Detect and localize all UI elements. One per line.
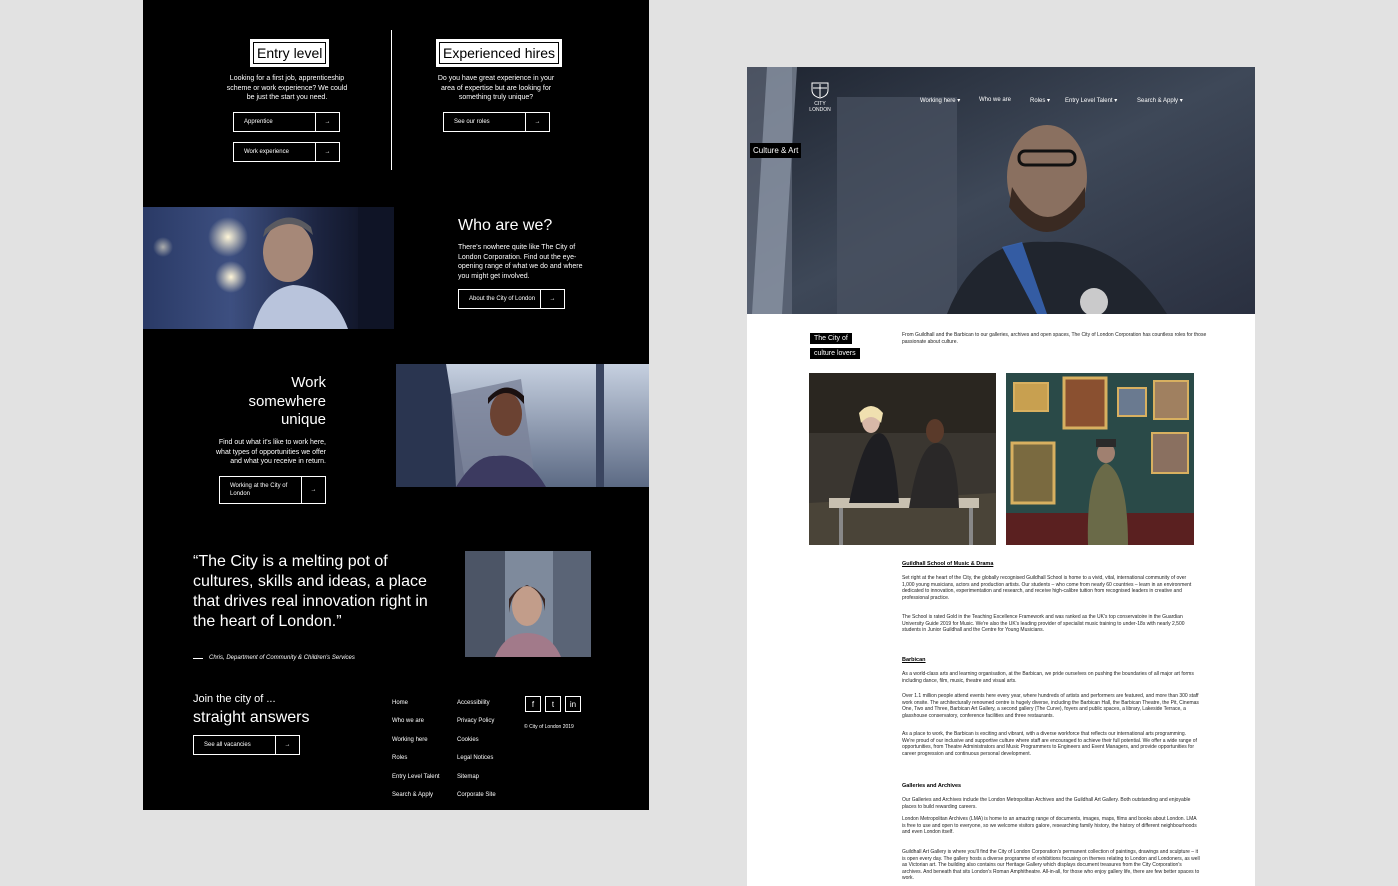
intro-text: From Guildhall and the Barbican to our g… bbox=[902, 332, 1207, 345]
apprentice-button-label: Apprentice bbox=[244, 119, 273, 125]
barbican-paragraph-2: Over 1.1 million people attend events he… bbox=[902, 693, 1199, 719]
quote-credit-text: Chris, Department of Community & Childre… bbox=[209, 655, 355, 661]
footer-link-accessibility[interactable]: Accessibility bbox=[457, 700, 490, 706]
footer-link-who-we-are[interactable]: Who we are bbox=[392, 718, 424, 724]
see-our-roles-label: See our roles bbox=[454, 119, 490, 125]
galleries-archives-title: Galleries and Archives bbox=[902, 783, 962, 789]
footer-link-sitemap[interactable]: Sitemap bbox=[457, 774, 479, 780]
footer-link-roles[interactable]: Roles bbox=[392, 755, 407, 761]
footer-link-cookies[interactable]: Cookies bbox=[457, 737, 479, 743]
footer-link-home[interactable]: Home bbox=[392, 700, 408, 706]
footer-link-legal-notices[interactable]: Legal Notices bbox=[457, 755, 493, 761]
work-heading-line-3: unique bbox=[280, 411, 326, 428]
barbican-paragraph-3: As a place to work, the Barbican is exci… bbox=[902, 731, 1197, 757]
woman-window-photo bbox=[396, 364, 649, 487]
experienced-hires-heading: Experienced hires bbox=[436, 39, 563, 67]
entry-level-text: Looking for a first job, apprenticeship … bbox=[226, 75, 348, 101]
footer-answers-text: straight answers bbox=[193, 709, 310, 726]
barbican-title[interactable]: Barbican bbox=[902, 657, 926, 663]
nav-search-apply[interactable]: Search & Apply ▾ bbox=[1137, 97, 1183, 104]
art-gallery-photo bbox=[1006, 373, 1194, 545]
nav-entry-level-talent[interactable]: Entry Level Talent ▾ bbox=[1065, 97, 1117, 104]
quote-credit: Chris, Department of Community & Childre… bbox=[193, 655, 355, 661]
see-our-roles-button[interactable]: See our roles → bbox=[443, 112, 550, 132]
crest-icon bbox=[811, 82, 829, 99]
arrow-right-icon: → bbox=[275, 736, 299, 754]
footer-join-text: Join the city of ... bbox=[193, 693, 276, 705]
experienced-hires-text: Do you have great experience in your are… bbox=[437, 75, 555, 101]
arrow-right-icon: → bbox=[540, 290, 564, 308]
apprentice-button[interactable]: Apprentice → bbox=[233, 112, 340, 132]
culture-art-tag: Culture & Art bbox=[750, 143, 802, 158]
twitter-icon[interactable]: t bbox=[545, 696, 561, 712]
quote-text: “The City is a melting pot of cultures, … bbox=[193, 553, 428, 630]
man-chandelier-photo bbox=[143, 207, 394, 329]
left-page-mockup: Entry level Looking for a first job, app… bbox=[143, 0, 649, 810]
entry-level-heading: Entry level bbox=[250, 39, 330, 67]
working-at-city-label: Working at the City of London bbox=[230, 483, 288, 497]
facebook-icon[interactable]: f bbox=[525, 696, 541, 712]
nav-who-we-are[interactable]: Who we are bbox=[979, 97, 1011, 103]
footer-link-privacy-policy[interactable]: Privacy Policy bbox=[457, 718, 494, 724]
work-heading-line-2: somewhere bbox=[248, 392, 326, 410]
guildhall-paragraph-1: Set right at the heart of the City, the … bbox=[902, 575, 1192, 601]
vertical-divider bbox=[391, 30, 392, 170]
footer-link-entry-level-talent[interactable]: Entry Level Talent bbox=[392, 774, 440, 780]
about-city-button[interactable]: About the City of London → bbox=[458, 289, 565, 309]
who-are-we-text: There's nowhere quite like The City of L… bbox=[458, 244, 583, 280]
city-of-label: The City of bbox=[810, 333, 852, 344]
galleries-paragraph-1: Our Galleries and Archives include the L… bbox=[902, 797, 1191, 810]
theatre-performers-photo bbox=[809, 373, 996, 545]
city-of-london-logo[interactable]: CITY LONDON bbox=[809, 81, 831, 113]
galleries-paragraph-2: London Metropolitan Archives (LMA) is ho… bbox=[902, 816, 1197, 836]
woman-building-photo bbox=[465, 551, 591, 657]
work-heading-line-1: Work bbox=[291, 374, 326, 391]
guildhall-paragraph-2: The School is rated Gold in the Teaching… bbox=[902, 614, 1185, 634]
working-at-city-button[interactable]: Working at the City of London → bbox=[219, 476, 326, 504]
work-somewhere-unique-heading: Work somewhere unique bbox=[203, 374, 326, 430]
about-city-label: About the City of London bbox=[469, 296, 536, 302]
work-experience-button-label: Work experience bbox=[244, 149, 289, 155]
arrow-right-icon: → bbox=[301, 477, 325, 503]
who-are-we-heading: Who are we? bbox=[458, 217, 553, 234]
arrow-right-icon: → bbox=[315, 113, 339, 131]
galleries-paragraph-3: Guildhall Art Gallery is where you'll fi… bbox=[902, 849, 1200, 882]
arrow-right-icon: → bbox=[315, 143, 339, 161]
footer-link-corporate-site[interactable]: Corporate Site bbox=[457, 792, 496, 798]
copyright-text: © City of London 2019 bbox=[524, 724, 574, 730]
culture-lovers-label: culture lovers bbox=[810, 348, 860, 359]
nav-working-here[interactable]: Working here ▾ bbox=[920, 97, 960, 104]
credit-dash bbox=[193, 657, 203, 659]
footer-link-working-here[interactable]: Working here bbox=[392, 737, 428, 743]
work-experience-button[interactable]: Work experience → bbox=[233, 142, 340, 162]
see-all-vacancies-button[interactable]: See all vacancies → bbox=[193, 735, 300, 755]
arrow-right-icon: → bbox=[525, 113, 549, 131]
right-page-mockup: CITY LONDON Working here ▾ Who we are Ro… bbox=[747, 67, 1255, 886]
see-all-vacancies-label: See all vacancies bbox=[204, 742, 251, 748]
linkedin-icon[interactable]: in bbox=[565, 696, 581, 712]
guildhall-school-title[interactable]: Guildhall School of Music & Drama bbox=[902, 561, 993, 567]
footer-link-search-apply[interactable]: Search & Apply bbox=[392, 792, 433, 798]
logo-text-london: LONDON bbox=[809, 107, 831, 113]
work-somewhere-text: Find out what it's like to work here, wh… bbox=[216, 439, 326, 465]
barbican-paragraph-1: As a world-class arts and learning organ… bbox=[902, 671, 1194, 684]
nav-roles[interactable]: Roles ▾ bbox=[1030, 97, 1050, 104]
